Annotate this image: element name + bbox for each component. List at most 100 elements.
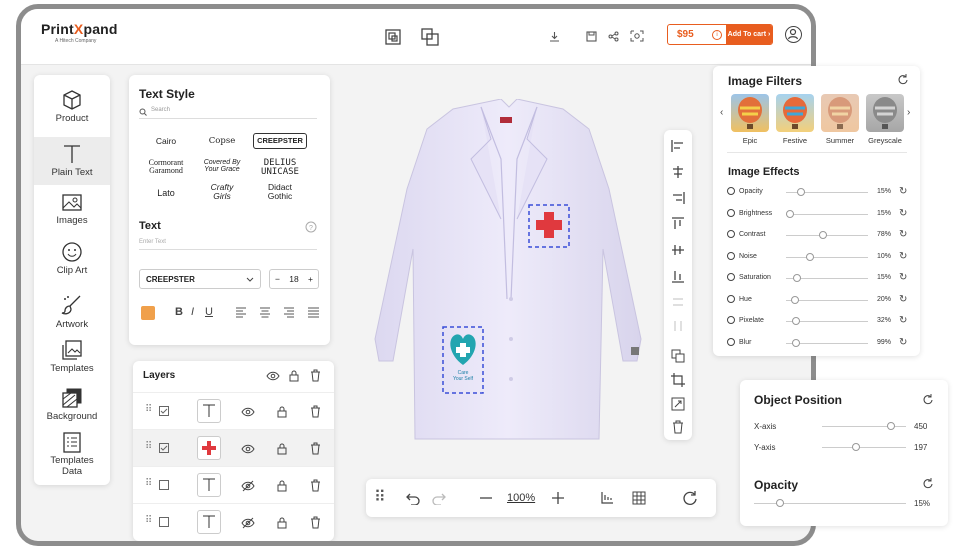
drag-handle-icon[interactable]: ⠿: [145, 478, 152, 489]
design-canvas[interactable]: Care Your Self: [341, 98, 671, 449]
distribute-h-icon[interactable]: [671, 295, 685, 309]
checkbox-checked-icon[interactable]: [159, 443, 169, 453]
font-size-stepper[interactable]: − 18 +: [269, 269, 319, 289]
align-v-center-icon[interactable]: [671, 243, 685, 257]
bold-button[interactable]: B: [175, 306, 183, 318]
eye-icon[interactable]: [241, 444, 255, 454]
opacity-slider-knob[interactable]: [775, 499, 784, 507]
eye-off-icon[interactable]: [241, 480, 255, 492]
reset-icon[interactable]: ↻: [899, 315, 907, 326]
sidebar-item-templates-data[interactable]: Templates Data: [34, 431, 110, 477]
resize-icon[interactable]: [671, 397, 685, 411]
checkbox-checked-icon[interactable]: [159, 406, 169, 416]
sidebar-item-artwork[interactable]: Artwork: [34, 293, 110, 330]
lock-icon[interactable]: [289, 369, 299, 382]
eye-icon[interactable]: [241, 407, 255, 417]
effect-slider[interactable]: [786, 213, 868, 215]
y-axis-slider-knob[interactable]: [852, 443, 861, 451]
trash-icon[interactable]: [671, 420, 685, 434]
help-icon[interactable]: ?: [305, 221, 317, 233]
checkbox-icon[interactable]: [159, 517, 169, 527]
font-option[interactable]: DELIUS UNICASE: [253, 159, 307, 177]
reset-icon[interactable]: [922, 478, 933, 489]
duplicate-icon[interactable]: [671, 349, 685, 363]
add-to-cart-button[interactable]: Add To cart ›: [726, 25, 772, 44]
effect-slider-knob[interactable]: [819, 231, 828, 239]
sidebar-item-clip-art[interactable]: Clip Art: [34, 241, 110, 276]
reset-icon[interactable]: ↻: [899, 337, 907, 348]
filter-thumb-greyscale[interactable]: [866, 94, 904, 132]
zoom-in-icon[interactable]: [552, 492, 564, 504]
drag-handle-icon[interactable]: ⠿: [145, 441, 152, 452]
layer-row[interactable]: ⠿: [133, 429, 334, 466]
font-option[interactable]: Lato: [139, 189, 193, 198]
underline-button[interactable]: U: [205, 306, 213, 318]
x-axis-slider-knob[interactable]: [886, 422, 895, 430]
chevron-left-icon[interactable]: ‹: [720, 107, 723, 118]
trash-icon[interactable]: [310, 442, 321, 455]
lock-icon[interactable]: [277, 442, 287, 455]
increase-button[interactable]: +: [308, 274, 313, 284]
sidebar-item-templates[interactable]: Templates: [34, 339, 110, 374]
align-right-edge-icon[interactable]: [671, 191, 685, 205]
drag-handle-icon[interactable]: ⠿: [374, 487, 386, 507]
preview-icon[interactable]: [630, 30, 644, 42]
effect-slider-knob[interactable]: [791, 295, 800, 304]
save-icon[interactable]: [586, 31, 597, 42]
effect-slider[interactable]: [786, 235, 868, 236]
eye-icon[interactable]: [266, 371, 280, 381]
font-option[interactable]: Copse: [195, 137, 249, 146]
chevron-right-icon[interactable]: ›: [907, 107, 910, 118]
effect-slider-knob[interactable]: [793, 274, 802, 282]
reset-icon[interactable]: ↻: [899, 294, 907, 305]
reset-icon[interactable]: ↻: [899, 186, 907, 197]
effect-slider-knob[interactable]: [791, 317, 800, 325]
grid-icon[interactable]: [632, 491, 646, 505]
eye-off-icon[interactable]: [241, 517, 255, 529]
crop-icon[interactable]: [671, 373, 685, 387]
share-icon[interactable]: [608, 31, 619, 42]
lock-icon[interactable]: [277, 516, 287, 529]
filter-thumb-festive[interactable]: [776, 94, 814, 132]
align-left-edge-icon[interactable]: [671, 139, 685, 153]
text-input[interactable]: Enter Text: [139, 239, 317, 250]
redo-icon[interactable]: [432, 491, 446, 505]
reset-icon[interactable]: ↻: [899, 272, 907, 283]
undo-icon[interactable]: [406, 491, 420, 505]
sidebar-item-background[interactable]: Background: [34, 387, 110, 422]
effect-slider[interactable]: [786, 256, 868, 258]
trash-icon[interactable]: [310, 516, 321, 529]
drag-handle-icon[interactable]: ⠿: [145, 515, 152, 526]
user-avatar-icon[interactable]: [785, 26, 802, 43]
effect-slider-knob[interactable]: [805, 252, 814, 261]
layer-row[interactable]: ⠿: [133, 503, 334, 540]
font-search-input[interactable]: Search: [139, 107, 317, 119]
effect-slider-knob[interactable]: [786, 209, 794, 218]
ungroup-icon[interactable]: [421, 28, 439, 46]
italic-button[interactable]: I: [191, 306, 194, 318]
brand-logo[interactable]: PrintXpand A Hitech Company: [41, 21, 118, 44]
font-option[interactable]: Cairo: [139, 137, 193, 146]
reset-icon[interactable]: [922, 394, 933, 405]
align-top-icon[interactable]: [671, 217, 685, 231]
info-icon[interactable]: i: [712, 29, 722, 40]
font-family-select[interactable]: CREEPSTER: [139, 269, 261, 289]
font-option-selected[interactable]: CREEPSTER: [253, 133, 307, 149]
font-option[interactable]: Didact Gothic: [253, 183, 307, 200]
y-axis-slider[interactable]: [822, 447, 906, 448]
group-icon[interactable]: [385, 29, 401, 45]
reset-icon[interactable]: ↻: [899, 208, 907, 219]
effect-slider-knob[interactable]: [791, 338, 800, 347]
lock-icon[interactable]: [277, 405, 287, 418]
zoom-out-icon[interactable]: [480, 497, 492, 499]
checkbox-icon[interactable]: [159, 480, 169, 490]
zoom-level[interactable]: 100%: [507, 492, 535, 504]
sidebar-item-product[interactable]: Product: [34, 89, 110, 124]
trash-icon[interactable]: [310, 405, 321, 418]
font-option[interactable]: Covered By Your Grace: [195, 159, 249, 173]
reset-icon[interactable]: ↻: [899, 251, 907, 262]
layer-row[interactable]: ⠿: [133, 392, 334, 429]
sidebar-item-images[interactable]: Images: [34, 193, 110, 226]
sidebar-item-plain-text[interactable]: Plain Text: [34, 137, 110, 185]
text-color-swatch[interactable]: [141, 306, 155, 320]
